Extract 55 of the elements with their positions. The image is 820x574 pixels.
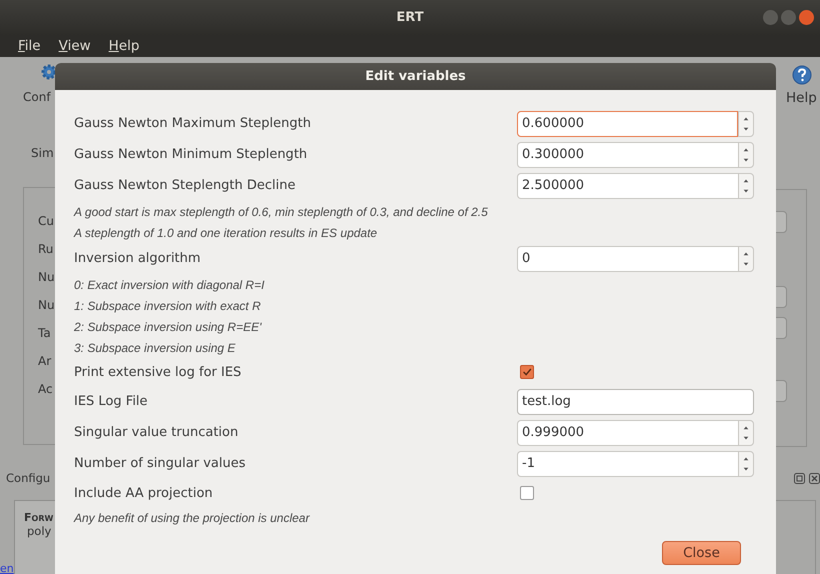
field-label: Gauss Newton Maximum Steplength [74, 116, 312, 131]
checkbox[interactable] [520, 365, 534, 379]
field-label: Singular value truncation [74, 425, 240, 440]
panel-title: Forw [24, 511, 54, 524]
gear-icon[interactable] [40, 63, 58, 81]
spin-arrows-icon[interactable] [738, 110, 754, 136]
field-label: Inversion algorithm [74, 251, 202, 266]
spin-box[interactable]: 0.999000 [517, 420, 738, 446]
field-label: IES Log File [74, 394, 149, 409]
field-label: Gauss Newton Steplength Decline [74, 178, 297, 193]
help-text: Any benefit of using the projection is unclear [74, 510, 310, 524]
menu-item[interactable]: File [18, 38, 41, 54]
spin-arrows-icon[interactable] [738, 420, 754, 446]
window-title: ERT [396, 10, 424, 25]
spin-box[interactable]: 0.300000 [517, 142, 738, 168]
spin-box[interactable]: 0 [517, 246, 738, 272]
menu-item[interactable]: View [58, 38, 91, 54]
toolbar-label: Help [786, 90, 817, 106]
field-label: Nu [38, 297, 55, 314]
panel-text: poly [26, 524, 52, 538]
help-text: A good start is max steplength of 0.6, min steplength of 0.3, and decline of 2.5 [74, 204, 488, 218]
help-text: 1: Subspace inversion with exact R [74, 298, 261, 312]
field-label: Gauss Newton Minimum Steplength [74, 147, 308, 162]
field-label: Cu [38, 213, 54, 230]
checkbox-label: Include AA projection [74, 486, 214, 500]
close-button[interactable]: Close [662, 541, 741, 565]
menu-item[interactable]: Help [108, 38, 140, 54]
spin-arrows-icon[interactable] [738, 450, 754, 476]
float-icon[interactable] [794, 473, 805, 484]
help-text: A steplength of 1.0 and one iteration results in ES update [74, 226, 378, 240]
field-label: Ar [38, 353, 52, 370]
close-button[interactable] [799, 10, 814, 25]
spin-box[interactable]: 0.600000 [517, 110, 738, 136]
spin-arrows-icon[interactable] [738, 172, 754, 198]
field-label: Nu [38, 269, 55, 286]
field-label: Ta [38, 325, 51, 342]
text-field[interactable]: test.log [517, 388, 754, 414]
help-icon[interactable] [792, 65, 812, 85]
help-text: 0: Exact inversion with diagonal R=I [74, 278, 264, 292]
toolbar-label: Conf [23, 90, 51, 104]
spin-arrows-icon[interactable] [738, 246, 754, 272]
help-text: 2: Subspace inversion using R=EE' [74, 320, 262, 334]
field-label: Ru [38, 241, 54, 258]
checkbox-label: Print extensive log for IES [74, 364, 242, 380]
spin-box[interactable]: -1 [517, 450, 738, 476]
field-label: Number of singular values [74, 456, 246, 471]
section-label: Configu [6, 471, 50, 485]
spin-box[interactable]: 2.500000 [517, 172, 738, 198]
section-label: Sim [31, 146, 54, 160]
dialog-title: Edit variables [365, 69, 466, 84]
checkbox[interactable] [520, 486, 534, 500]
help-text: 3: Subspace inversion using E [74, 340, 236, 354]
field-label: Ac [38, 381, 53, 398]
spin-arrows-icon[interactable] [738, 142, 754, 168]
close-icon[interactable] [809, 473, 820, 484]
